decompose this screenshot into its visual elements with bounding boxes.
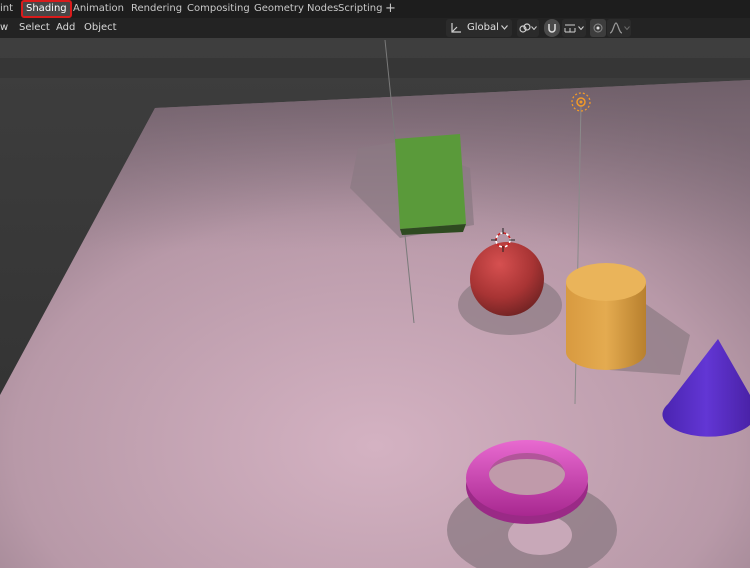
proportional-falloff-dropdown[interactable] — [607, 19, 631, 37]
transform-orientation-label: Global — [467, 22, 499, 33]
orientation-axes-icon — [451, 23, 461, 33]
tab-animation[interactable]: Animation — [73, 1, 124, 17]
snap-increment-icon — [564, 24, 576, 33]
transform-orientation-dropdown[interactable]: Global — [446, 19, 512, 37]
viewport-scene — [0, 38, 750, 568]
cylinder-top — [566, 263, 646, 301]
select-menu[interactable]: Select — [19, 20, 50, 36]
cube[interactable] — [395, 134, 466, 229]
tab-shading[interactable]: Shading — [21, 0, 72, 18]
magnet-icon — [548, 24, 556, 33]
sphere[interactable] — [470, 242, 544, 316]
horizon-band — [0, 58, 750, 78]
workspace-tab-bar: int Shading Animation Rendering Composit… — [0, 0, 750, 18]
pivot-point-dropdown[interactable] — [517, 19, 539, 37]
link-icon — [519, 23, 531, 33]
falloff-curve-icon — [609, 22, 623, 34]
tab-rendering[interactable]: Rendering — [131, 1, 182, 17]
proportional-editing-toggle[interactable] — [590, 19, 606, 37]
chevron-down-icon — [624, 26, 630, 30]
viewport-header: w Select Add Object Global — [0, 18, 750, 38]
proportional-dot-icon — [593, 23, 603, 33]
add-menu[interactable]: Add — [56, 20, 75, 36]
tab-compositing[interactable]: Compositing — [187, 1, 250, 17]
tab-layout[interactable]: int — [0, 1, 13, 17]
tab-geometry-nodes[interactable]: Geometry Nodes — [254, 1, 338, 17]
add-workspace-button[interactable]: + — [385, 1, 396, 17]
tab-scripting[interactable]: Scripting — [338, 1, 382, 17]
object-menu[interactable]: Object — [84, 20, 117, 36]
snap-toggle[interactable] — [544, 19, 560, 37]
view-menu[interactable]: w — [0, 20, 8, 36]
chevron-down-icon — [501, 25, 508, 30]
snap-target-dropdown[interactable] — [562, 19, 586, 37]
chevron-down-icon — [578, 26, 584, 30]
3d-viewport[interactable] — [0, 38, 750, 568]
chevron-down-icon — [531, 26, 537, 30]
